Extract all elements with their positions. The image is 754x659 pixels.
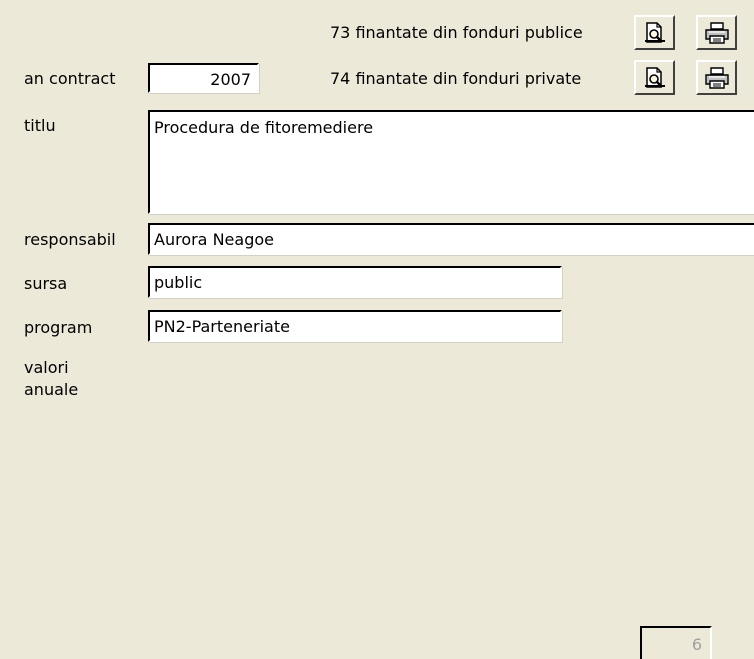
preview-button-public[interactable] — [634, 15, 675, 50]
responsabil-label: responsabil — [24, 230, 116, 249]
preview-button-private[interactable] — [634, 60, 675, 95]
print-preview-icon — [643, 66, 667, 90]
sursa-label: sursa — [24, 274, 68, 293]
printer-icon — [704, 21, 730, 45]
report-label-public: 73 finantate din fonduri publice — [330, 23, 583, 42]
print-preview-icon — [643, 21, 667, 45]
responsabil-field[interactable]: Aurora Neagoe — [148, 223, 754, 255]
sursa-field[interactable]: public — [148, 266, 562, 298]
an-contract-label: an contract — [24, 69, 116, 88]
program-field[interactable]: PN2-Parteneriate — [148, 310, 562, 342]
an-contract-field[interactable]: 2007 — [148, 63, 259, 93]
program-label: program — [24, 318, 93, 337]
print-button-private[interactable] — [696, 60, 737, 95]
titlu-field[interactable]: Procedura de fitoremediere — [148, 110, 754, 214]
titlu-label: titlu — [24, 116, 56, 135]
printer-icon — [704, 66, 730, 90]
report-label-private: 74 finantate din fonduri private — [330, 69, 582, 88]
print-button-public[interactable] — [696, 15, 737, 50]
record-number-box: 6 — [640, 626, 712, 659]
valori-label: valori — [24, 358, 69, 377]
anuale-label: anuale — [24, 380, 79, 399]
